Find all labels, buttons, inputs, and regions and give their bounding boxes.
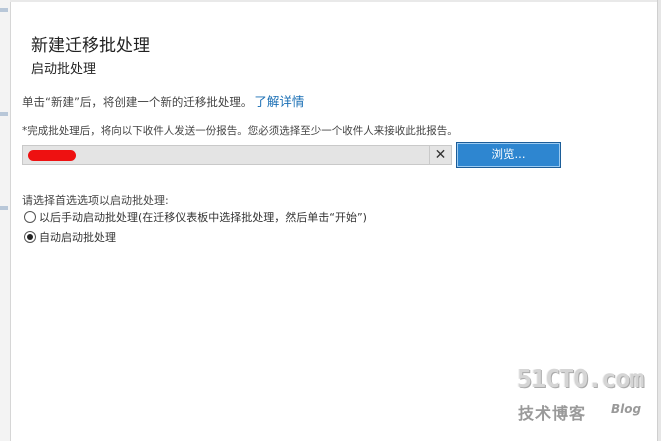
dialog-title: 新建迁移批处理 [31,36,150,56]
radio-button-icon[interactable] [24,231,36,243]
watermark-subtitle: 技术博客 [518,404,587,423]
watermark-blog: Blog [611,402,642,416]
edge-marker [0,112,8,116]
intro-sentence: 单击“新建”后，将创建一个新的迁移批处理。 [22,95,253,109]
watermark-logo: 51CTO.com 技术博客 Blog [515,364,655,432]
radio-button-icon[interactable] [24,211,36,223]
report-recipients-label: *完成批处理后，将向以下收件人发送一份报告。您必须选择至少一个收件人来接收此批报… [22,125,458,137]
scrollbar-edge[interactable] [657,0,661,441]
radio-manual-start-label: 以后手动启动批处理(在迁移仪表板中选择批处理，然后单击“开始”) [39,211,367,224]
watermark-brand: 51CTO.com [517,364,644,393]
intro-text: 单击“新建”后，将创建一个新的迁移批处理。 了解详情 [22,91,304,110]
window-top-border [10,0,658,2]
radio-manual-start[interactable]: 以后手动启动批处理(在迁移仪表板中选择批处理，然后单击“开始”) [24,209,367,225]
redacted-recipient [28,150,76,161]
left-window-edge [0,0,11,441]
report-recipients-field[interactable] [22,145,430,165]
dialog-subtitle: 启动批处理 [31,62,97,77]
browse-button[interactable]: 浏览... [456,142,561,168]
edge-marker [0,8,8,12]
learn-more-link[interactable]: 了解详情 [254,94,304,109]
radio-auto-start-label: 自动启动批处理 [39,231,116,244]
start-options-label: 请选择首选选项以启动批处理: [22,194,169,207]
edge-marker [0,206,8,210]
radio-auto-start[interactable]: 自动启动批处理 [24,229,116,245]
clear-recipients-button[interactable]: ✕ [430,145,452,165]
close-icon: ✕ [434,147,447,163]
